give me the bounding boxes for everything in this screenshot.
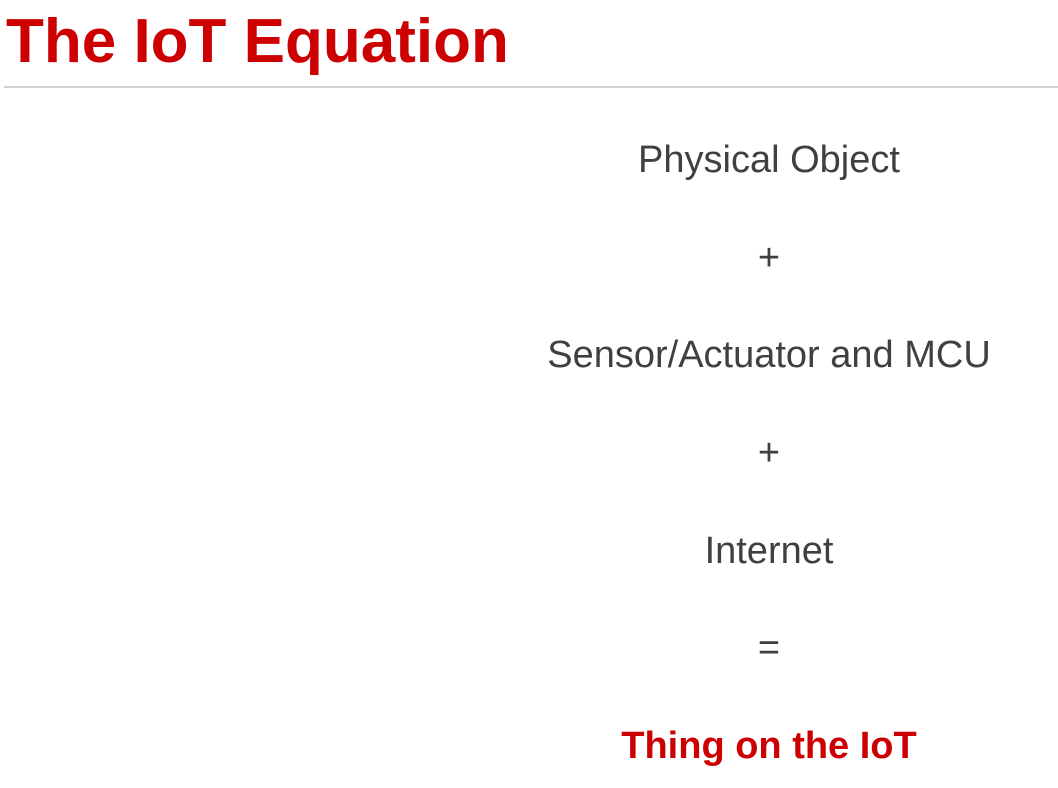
equation-plus-operator: + (757, 237, 781, 279)
equation-result: Thing on the IoT (621, 725, 917, 767)
equation-equals-operator: = (757, 627, 781, 669)
equation-term-sensor-actuator: Sensor/Actuator and MCU (547, 334, 991, 376)
title-divider (4, 86, 1058, 88)
equation-term-physical-object: Physical Object (638, 139, 900, 181)
equation-plus-operator: + (757, 432, 781, 474)
slide-title: The IoT Equation (6, 7, 509, 76)
equation-term-internet: Internet (704, 530, 834, 572)
